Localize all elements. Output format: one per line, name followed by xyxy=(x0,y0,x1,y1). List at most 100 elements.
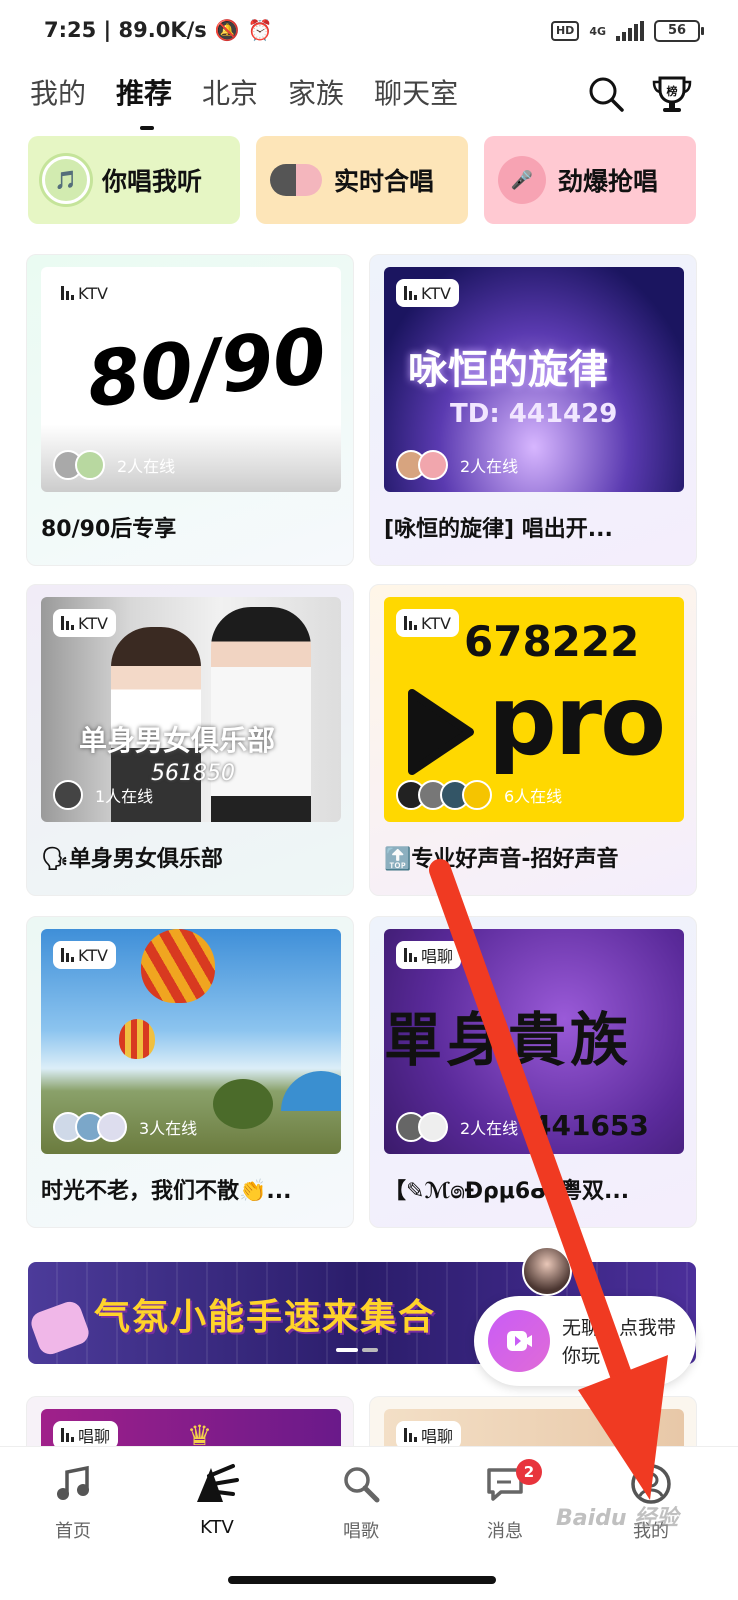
bars-icon xyxy=(61,1428,74,1442)
banner-pagination xyxy=(336,1348,378,1352)
room-card[interactable]: 单身男女俱乐部 561850 KTV 1人在线 🗣单身男女俱乐部 xyxy=(26,584,354,896)
bars-icon xyxy=(404,286,417,300)
cover-subtext: 678222 xyxy=(464,617,640,666)
quick-chorus-label: 实时合唱 xyxy=(334,167,435,196)
online-count: 3人在线 xyxy=(139,1119,198,1138)
quick-listen-button[interactable]: 🎵 你唱我听 xyxy=(28,136,240,224)
room-cover: 80/90 KTV 2人在线 xyxy=(41,267,341,492)
online-count: 1人在线 xyxy=(95,787,154,806)
signal-icon xyxy=(616,21,644,41)
online-info: 2人在线 xyxy=(53,450,175,480)
play-icon xyxy=(408,689,474,775)
nav-messages-label: 消息 xyxy=(487,1521,523,1542)
quick-chorus-button[interactable]: 实时合唱 xyxy=(256,136,468,224)
nav-ktv[interactable]: KTV xyxy=(172,1459,262,1538)
tab-chatroom[interactable]: 聊天室 xyxy=(374,74,458,118)
microphone-icon xyxy=(316,1459,406,1509)
float-avatar[interactable] xyxy=(522,1246,572,1296)
home-indicator[interactable] xyxy=(228,1576,496,1584)
room-tag-label: KTV xyxy=(78,283,108,303)
room-cover: 咏恒的旋律 TD: 441429 KTV 2人在线 xyxy=(384,267,684,492)
online-count: 2人在线 xyxy=(460,457,519,476)
room-cover: KTV 3人在线 xyxy=(41,929,341,1154)
nav-home-label: 首页 xyxy=(55,1521,91,1542)
online-info: 2人在线 xyxy=(396,450,518,480)
cover-subtext: TD: 441429 xyxy=(450,399,618,429)
online-info: 3人在线 xyxy=(53,1112,197,1142)
listen-icon: 🎵 xyxy=(42,156,90,204)
float-text: 无聊？点我带你玩 xyxy=(562,1317,677,1367)
room-tag: KTV xyxy=(53,609,116,637)
online-info: 2人在线 xyxy=(396,1112,518,1142)
status-right: HD 4G 56 xyxy=(550,20,704,42)
room-card[interactable]: KTV 3人在线 时光不老，我们不散👏... xyxy=(26,916,354,1228)
avatar-group xyxy=(396,1112,448,1142)
room-card[interactable]: 咏恒的旋律 TD: 441429 KTV 2人在线 [咏恒的旋律] 唱出开... xyxy=(369,254,697,566)
float-invite-widget[interactable]: 无聊？点我带你玩 xyxy=(474,1296,696,1386)
online-count: 2人在线 xyxy=(460,1119,519,1138)
search-icon[interactable] xyxy=(586,74,626,114)
room-card[interactable]: 678222 pro KTV 6人在线 🔝专业好声音-招好声音 xyxy=(369,584,697,896)
alarm-icon: ⏰ xyxy=(247,18,273,42)
room-tag: KTV xyxy=(53,941,116,969)
room-title: 【✎ℳ෧Ðρμ6ᓂ/粤双... xyxy=(384,1179,630,1204)
trophy-icon[interactable]: 榜 xyxy=(650,72,694,116)
nav-sing-label: 唱歌 xyxy=(343,1521,379,1542)
status-time: 7:25 | 89.0K/s xyxy=(44,18,207,42)
avatar-group xyxy=(396,450,448,480)
nav-sing[interactable]: 唱歌 xyxy=(316,1459,406,1543)
watermark: Baidu 经验 xyxy=(556,1506,679,1531)
network-label: 4G xyxy=(589,24,606,38)
room-cover: 678222 pro KTV 6人在线 xyxy=(384,597,684,822)
chorus-avatars-icon xyxy=(270,164,322,196)
room-title: 时光不老，我们不散👏... xyxy=(41,1179,292,1204)
tab-beijing[interactable]: 北京 xyxy=(202,74,258,118)
room-tag-label: KTV xyxy=(78,613,108,633)
music-note-icon xyxy=(28,1459,118,1509)
nav-messages[interactable]: 2 消息 xyxy=(460,1459,550,1543)
online-count: 6人在线 xyxy=(504,787,563,806)
tab-recommend[interactable]: 推荐 xyxy=(116,74,172,130)
room-title: [咏恒的旋律] 唱出开... xyxy=(384,517,613,542)
room-title: 🔝专业好声音-招好声音 xyxy=(384,847,619,872)
rank-text: 榜 xyxy=(667,84,678,98)
banner-text: 气氛小能手速来集合 xyxy=(94,1297,437,1338)
online-count: 2人在线 xyxy=(117,457,176,476)
room-card[interactable]: 80/90 KTV 2人在线 80/90后专享 xyxy=(26,254,354,566)
cover-text: 咏恒的旋律 xyxy=(408,347,608,393)
room-tag: 唱聊 xyxy=(53,1421,119,1449)
message-badge: 2 xyxy=(516,1459,542,1485)
nav-ktv-label: KTV xyxy=(200,1517,234,1538)
room-tag-label: KTV xyxy=(421,613,451,633)
tab-family[interactable]: 家族 xyxy=(288,74,344,118)
room-tag-label: 唱聊 xyxy=(421,947,454,966)
dome-shape xyxy=(281,1071,341,1111)
balloon-icon xyxy=(141,929,215,1003)
cover-text: 單身貴族 xyxy=(384,1006,633,1074)
microphone-icon: 🎤 xyxy=(498,156,546,204)
tab-mine[interactable]: 我的 xyxy=(30,74,86,118)
room-tag-label: 唱聊 xyxy=(421,1427,454,1446)
avatar-group xyxy=(53,450,105,480)
room-card[interactable]: 單身貴族 441653 唱聊 2人在线 【✎ℳ෧Ðρμ6ᓂ/粤双... xyxy=(369,916,697,1228)
avatar-group xyxy=(53,780,83,810)
room-title: 🗣单身男女俱乐部 xyxy=(41,847,223,872)
room-tag-label: KTV xyxy=(78,945,108,965)
room-cover: 单身男女俱乐部 561850 KTV 1人在线 xyxy=(41,597,341,822)
room-title: 80/90后专享 xyxy=(41,517,177,542)
online-info: 6人在线 xyxy=(396,780,562,810)
room-tag: KTV xyxy=(396,609,459,637)
nav-home[interactable]: 首页 xyxy=(28,1459,118,1543)
online-info: 1人在线 xyxy=(53,780,153,810)
room-tag-label: 唱聊 xyxy=(78,1427,111,1446)
cover-text: pro xyxy=(488,665,666,777)
room-tag: 唱聊 xyxy=(396,1421,462,1449)
battery-icon: 56 xyxy=(654,20,704,42)
quick-listen-label: 你唱我听 xyxy=(102,167,203,196)
room-tag: KTV xyxy=(396,279,459,307)
cover-subtext: 561850 xyxy=(151,761,235,786)
quick-grab-label: 劲爆抢唱 xyxy=(558,167,659,196)
tree-shape xyxy=(213,1079,273,1129)
quick-grab-button[interactable]: 🎤 劲爆抢唱 xyxy=(484,136,696,224)
bars-icon xyxy=(61,616,74,630)
